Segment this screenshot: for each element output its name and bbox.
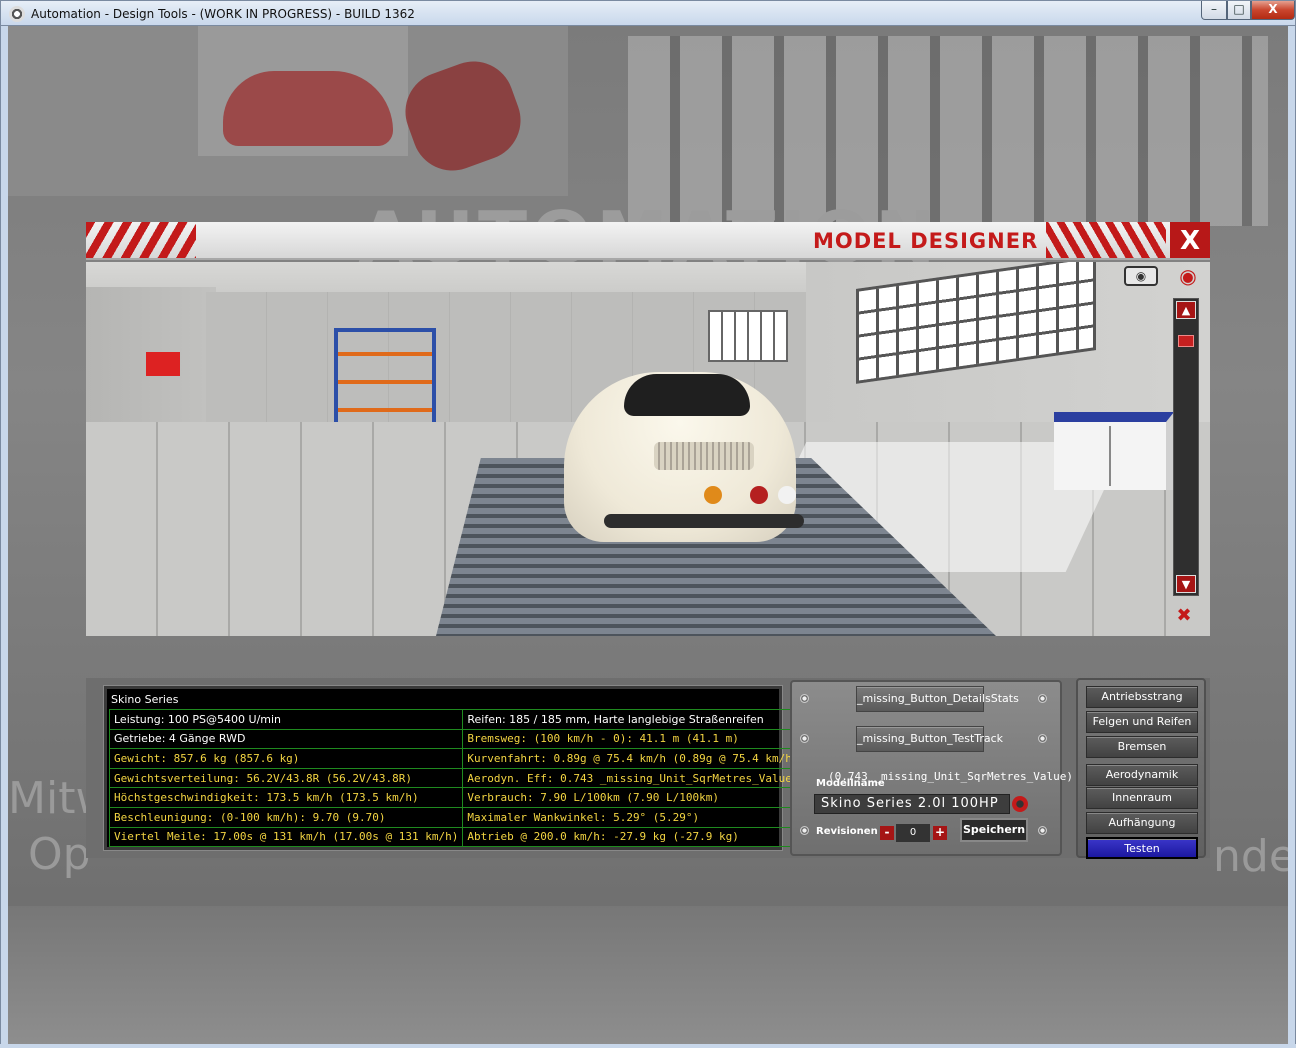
stat-cell: Getriebe: 4 Gänge RWD — [108, 728, 464, 750]
window-frame-right — [1288, 26, 1296, 1048]
window-titlebar[interactable]: Automation - Design Tools - (WORK IN PRO… — [0, 0, 1296, 26]
3d-viewport[interactable]: ◉ ◉ ▲ ▼ ✖ — [86, 262, 1210, 636]
background-menu-text-right: nde — [1213, 831, 1288, 882]
stat-cell: Maximaler Wankwinkel: 5.29° (5.29°) — [462, 806, 804, 828]
stats-row: Leistung: 100 PS@5400 U/min Reifen: 185 … — [108, 709, 804, 730]
stat-cell: Leistung: 100 PS@5400 U/min — [108, 709, 464, 730]
bolt-icon — [800, 826, 809, 835]
stat-cell: Bremsweg: (100 km/h - 0): 41.1 m (41.1 m… — [462, 728, 804, 750]
header-stripes — [1046, 222, 1166, 258]
window-frame-left — [0, 26, 8, 1048]
car-bumper — [604, 514, 804, 528]
section-nav: Antriebsstrang Felgen und Reifen Bremsen… — [1076, 678, 1206, 859]
stats-panel: Skino Series Leistung: 100 PS@5400 U/min… — [103, 685, 804, 851]
panel-title: MODEL DESIGNER — [813, 229, 1039, 253]
window-frame-bottom — [0, 1044, 1296, 1048]
bolt-icon — [1038, 826, 1047, 835]
car-rear-window — [624, 374, 750, 416]
window-close-button[interactable]: X — [1251, 1, 1295, 20]
nav-item-bremsen[interactable]: Bremsen — [1086, 736, 1198, 758]
bolt-icon — [1038, 734, 1047, 743]
revision-value: 0 — [896, 824, 930, 842]
stat-cell: Aerodyn. Eff: 0.743 _missing_Unit_SqrMet… — [462, 767, 804, 789]
model-title: Skino Series — [111, 693, 179, 706]
hide-ui-icon[interactable]: ✖ — [1166, 602, 1202, 630]
window-title: Automation - Design Tools - (WORK IN PRO… — [31, 7, 415, 21]
scroll-up-icon[interactable]: ▲ — [1176, 301, 1196, 319]
rename-knob-icon[interactable] — [1012, 796, 1028, 812]
save-button[interactable]: Speichern — [960, 818, 1028, 842]
bolt-icon — [800, 694, 809, 703]
dashboard: Skino Series Leistung: 100 PS@5400 U/min… — [86, 678, 1210, 859]
nav-item-testen[interactable]: Testen — [1086, 837, 1198, 859]
stat-cell: Höchstgeschwindigkeit: 173.5 km/h (173.5… — [108, 787, 464, 808]
scroll-thumb[interactable] — [1178, 335, 1194, 347]
model-designer-panel: MODEL DESIGNER X ◉ ◉ ▲ ▼ ✖ Skino Series … — [86, 222, 1210, 859]
stats-row: Höchstgeschwindigkeit: 173.5 km/h (173.5… — [108, 787, 804, 808]
garage-shelf — [334, 328, 436, 433]
camera-icon[interactable]: ◉ — [1124, 266, 1158, 286]
stats-row: Gewichtsverteilung: 56.2V/43.8R (56.2V/4… — [108, 767, 804, 789]
model-designer-header: MODEL DESIGNER X — [86, 222, 1210, 260]
car-lamp — [704, 486, 722, 504]
revision-increment-button[interactable]: + — [933, 826, 947, 840]
revision-decrement-button[interactable]: - — [880, 826, 894, 840]
stat-cell: Reifen: 185 / 185 mm, Harte langlebige S… — [462, 709, 804, 730]
stat-cell: Verbrauch: 7.90 L/100km (7.90 L/100km) — [462, 787, 804, 808]
details-stats-button[interactable]: _missing_Button_DetailsStats — [856, 686, 1019, 712]
stats-row: Viertel Meile: 17.00s @ 131 km/h (17.00s… — [108, 826, 804, 848]
background-car-image — [223, 71, 393, 146]
car-engine-grille — [654, 442, 754, 470]
stat-cell: Viertel Meile: 17.00s @ 131 km/h (17.00s… — [108, 826, 464, 848]
header-stripes — [86, 222, 196, 258]
garage-cabinet — [1054, 412, 1174, 490]
stats-row: Gewicht: 857.6 kg (857.6 kg) Kurvenfahrt… — [108, 748, 804, 769]
car-lamp — [778, 486, 796, 504]
stats-row: Getriebe: 4 Gänge RWD Bremsweg: (100 km/… — [108, 728, 804, 750]
zoom-scrollbar[interactable]: ▲ ▼ — [1173, 298, 1199, 596]
stats-table: Leistung: 100 PS@5400 U/min Reifen: 185 … — [108, 709, 804, 848]
nav-item-innenraum[interactable]: Innenraum — [1086, 787, 1198, 809]
stats-row: Beschleunigung: (0-100 km/h): 9.70 (9.70… — [108, 806, 804, 828]
stat-cell: Beschleunigung: (0-100 km/h): 9.70 (9.70… — [108, 806, 464, 828]
extinguisher-sign — [146, 352, 180, 376]
nav-item-felgen-reifen[interactable]: Felgen und Reifen — [1086, 711, 1198, 733]
car-lamp — [750, 486, 768, 504]
app-icon — [9, 6, 25, 22]
minimize-button[interactable]: – — [1201, 1, 1227, 20]
revisions-label: Revisionen — [816, 826, 878, 837]
nav-item-aerodynamik[interactable]: Aerodynamik — [1086, 764, 1198, 786]
panel-close-button[interactable]: X — [1170, 222, 1210, 258]
eye-icon[interactable]: ◉ — [1168, 264, 1208, 288]
car-model[interactable] — [554, 344, 806, 544]
test-track-button[interactable]: _missing_Button_TestTrack — [856, 726, 1003, 752]
bolt-icon — [1038, 694, 1047, 703]
model-name-field[interactable]: Skino Series 2.0l 100HP — [814, 794, 1010, 814]
maximize-button[interactable]: □ — [1227, 1, 1251, 20]
stat-cell: Gewichtsverteilung: 56.2V/43.8R (56.2V/4… — [108, 767, 464, 789]
bolt-icon — [800, 734, 809, 743]
aero-overflow-text: (0.743 _missing_Unit_SqrMetres_Value) — [828, 770, 1074, 783]
scroll-down-icon[interactable]: ▼ — [1176, 575, 1196, 593]
background-floor — [8, 906, 1288, 1044]
stat-cell: Gewicht: 857.6 kg (857.6 kg) — [108, 748, 464, 769]
model-controls: _missing_Button_DetailsStats _missing_Bu… — [790, 680, 1062, 856]
nav-item-antriebsstrang[interactable]: Antriebsstrang — [1086, 686, 1198, 708]
stat-cell: Kurvenfahrt: 0.89g @ 75.4 km/h (0.89g @ … — [462, 748, 804, 769]
stat-cell: Abtrieb @ 200.0 km/h: -27.9 kg (-27.9 kg… — [462, 826, 804, 848]
nav-item-aufhaengung[interactable]: Aufhängung — [1086, 812, 1198, 834]
